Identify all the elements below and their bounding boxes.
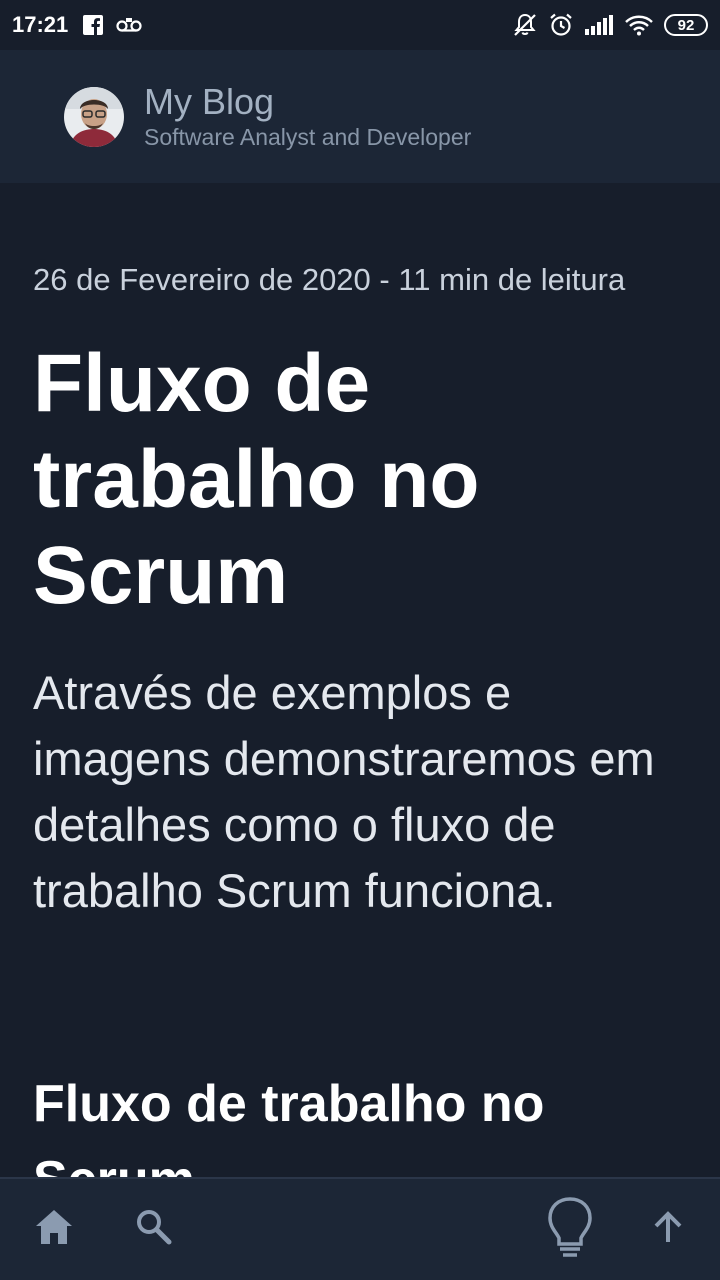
voicemail-icon — [116, 17, 142, 33]
arrow-up-icon — [652, 1210, 684, 1249]
post-lead: Através de exemplos e imagens demonstrar… — [33, 666, 655, 917]
battery-indicator: 92 — [664, 14, 708, 36]
bottom-nav — [0, 1177, 720, 1280]
lightbulb-icon — [547, 1196, 593, 1265]
signal-icon — [584, 14, 614, 36]
search-icon — [134, 1207, 174, 1252]
theme-toggle-button[interactable] — [538, 1195, 602, 1265]
search-button[interactable] — [124, 1199, 184, 1259]
blog-subtitle: Software Analyst and Developer — [144, 123, 472, 150]
avatar[interactable] — [64, 86, 124, 147]
post-meta: 26 de Fevereiro de 2020 - 11 min de leit… — [33, 262, 626, 297]
post-title: Fluxo de trabalho no Scrum — [33, 338, 480, 621]
blog-header: My Blog Software Analyst and Developer — [0, 50, 720, 183]
blog-identity: My Blog Software Analyst and Developer — [144, 81, 472, 152]
status-time: 17:21 — [12, 12, 69, 37]
status-bar: 17:21 92 — [0, 0, 720, 50]
home-button[interactable] — [24, 1199, 84, 1259]
home-icon — [34, 1208, 74, 1251]
article: 26 de Fevereiro de 2020 - 11 min de leit… — [33, 240, 693, 924]
notifications-off-icon — [512, 12, 538, 38]
facebook-icon — [82, 14, 104, 36]
blog-title[interactable]: My Blog — [144, 81, 471, 122]
scroll-top-button[interactable] — [638, 1199, 698, 1259]
wifi-icon — [624, 14, 654, 36]
alarm-icon — [548, 12, 574, 38]
battery-level: 92 — [677, 16, 695, 34]
